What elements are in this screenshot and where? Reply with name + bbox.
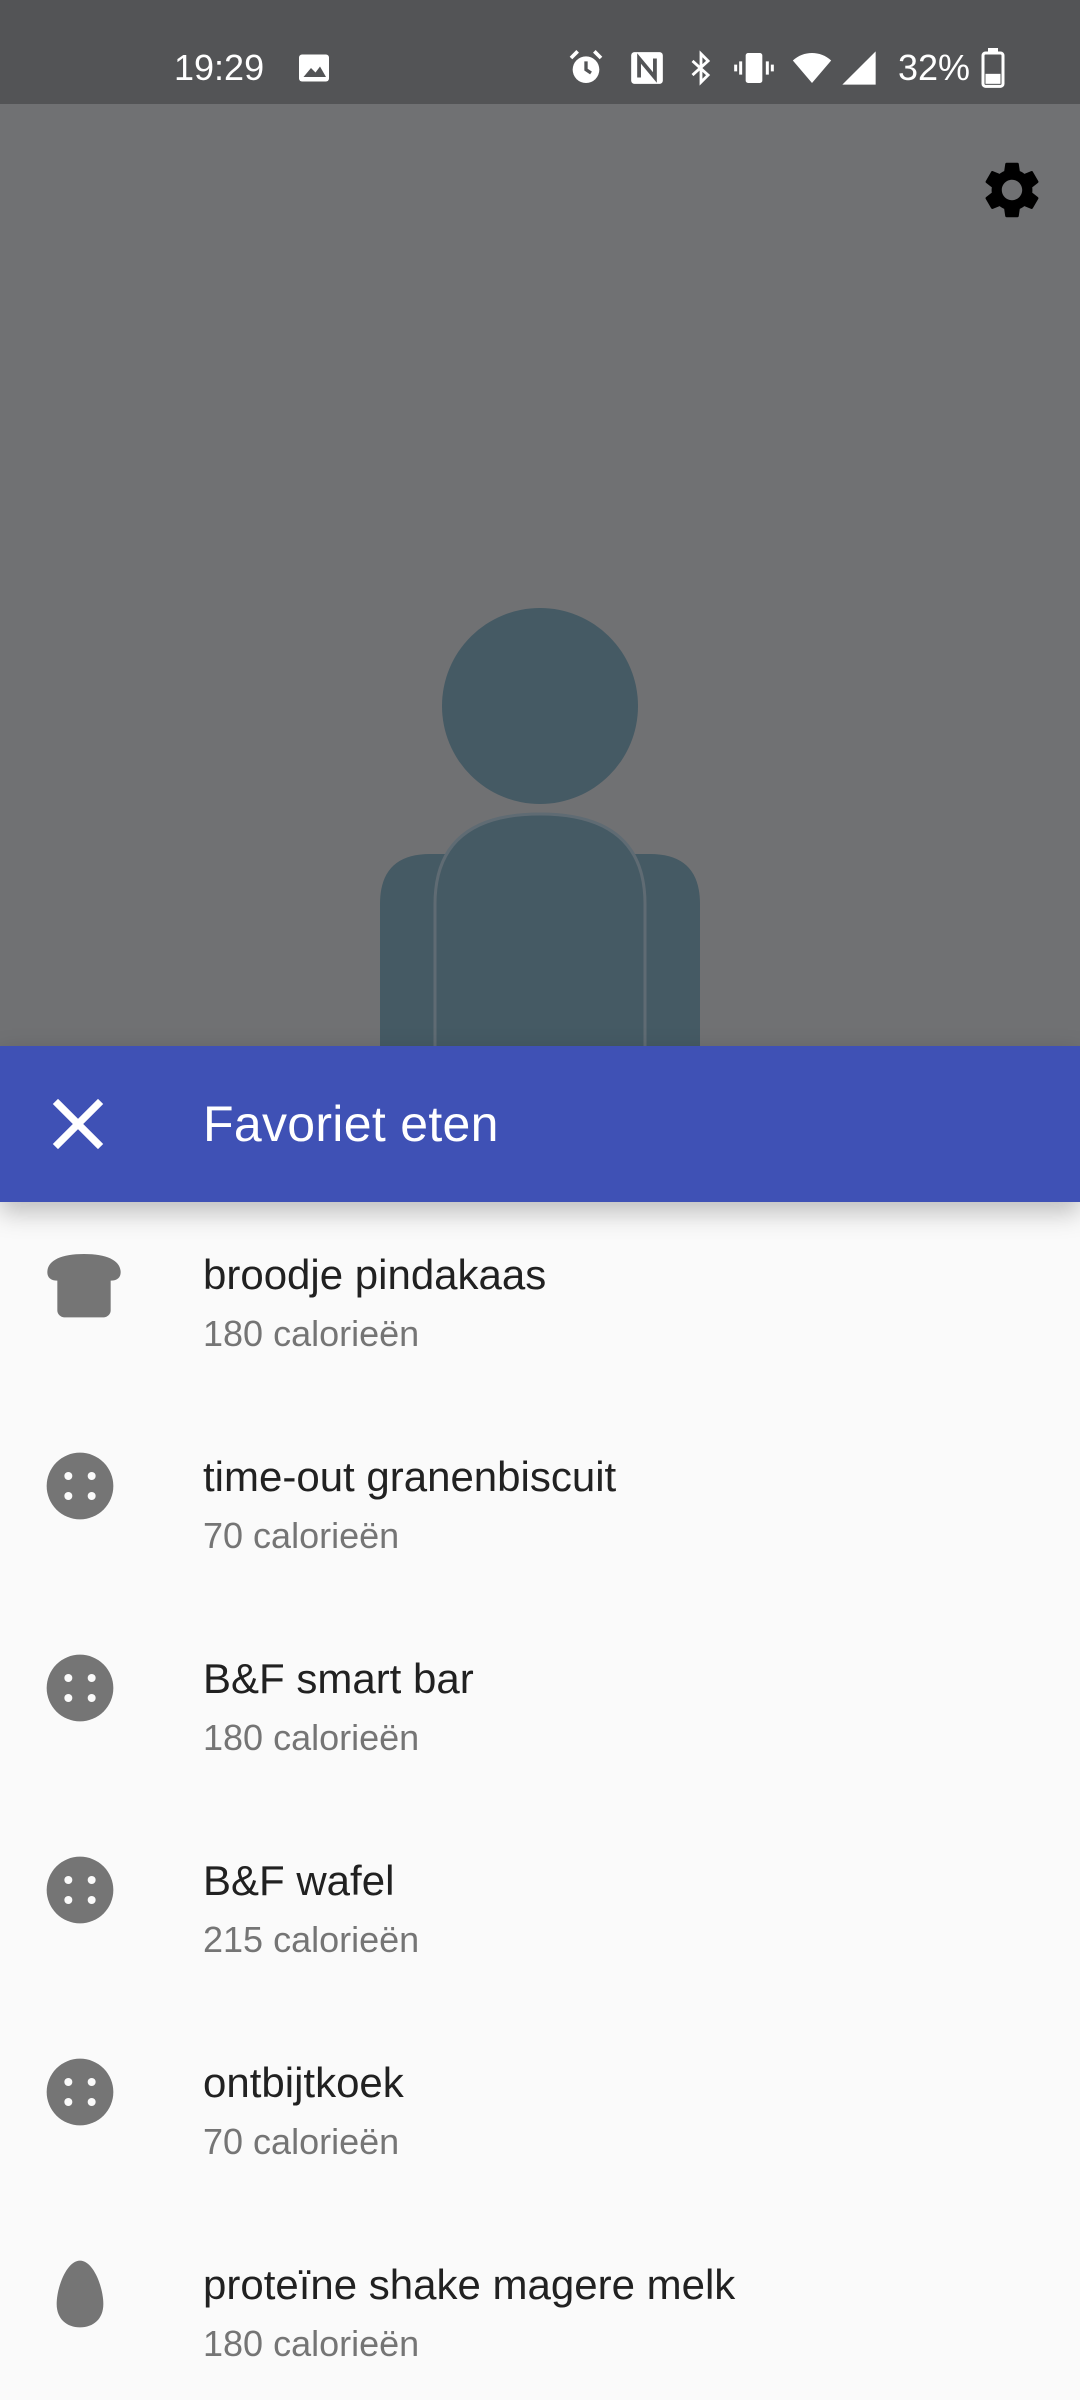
alarm-icon: [569, 50, 603, 83]
egg-icon: [56, 2260, 104, 2328]
food-name: B&F smart bar: [203, 1655, 474, 1702]
cookie-icon: [46, 1654, 114, 1722]
status-bar: 19:29 32%: [0, 0, 1080, 104]
food-calories: 70 calorieën: [203, 1515, 400, 1556]
food-name: broodje pindakaas: [203, 1251, 547, 1298]
background-scrim[interactable]: [0, 104, 1080, 1046]
food-list-item[interactable]: B&F wafel 215 calorieën: [0, 1808, 1080, 2010]
food-list-item[interactable]: proteïne shake magere melk 180 calorieën: [0, 2212, 1080, 2400]
nfc-icon: [631, 52, 663, 84]
food-name: B&F wafel: [203, 1857, 395, 1904]
food-list-item[interactable]: ontbijtkoek 70 calorieën: [0, 2010, 1080, 2212]
status-time: 19:29: [174, 47, 265, 88]
battery-percentage: 32%: [898, 47, 971, 88]
gear-icon[interactable]: [978, 156, 1046, 224]
food-name: ontbijtkoek: [203, 2059, 404, 2106]
image-icon: [299, 54, 329, 82]
bluetooth-icon: [691, 50, 711, 86]
food-calories: 180 calorieën: [203, 1313, 420, 1354]
close-icon[interactable]: [38, 1084, 118, 1164]
cookie-icon: [46, 1856, 114, 1924]
food-list-item[interactable]: broodje pindakaas 180 calorieën: [0, 1202, 1080, 1404]
person-icon: [380, 608, 700, 1046]
bread-icon: [47, 1254, 121, 1318]
favorites-header: Favoriet eten: [0, 1046, 1080, 1202]
cookie-icon: [46, 2058, 114, 2126]
vibrate-icon: [734, 53, 774, 83]
favorite-foods-list: broodje pindakaas 180 calorieën time-out…: [0, 1202, 1080, 2400]
food-list-item[interactable]: time-out granenbiscuit 70 calorieën: [0, 1404, 1080, 1606]
signal-icon: [842, 51, 876, 85]
food-calories: 180 calorieën: [203, 2323, 420, 2364]
food-name: proteïne shake magere melk: [203, 2261, 736, 2308]
food-calories: 180 calorieën: [203, 1717, 420, 1758]
wifi-icon: [792, 53, 832, 83]
food-calories: 70 calorieën: [203, 2121, 400, 2162]
food-name: time-out granenbiscuit: [203, 1453, 617, 1500]
food-calories: 215 calorieën: [203, 1919, 420, 1960]
sheet-title: Favoriet eten: [203, 1096, 499, 1152]
app-screen: 19:29 32% Favoriet eten broodje pindakaa…: [0, 0, 1080, 2400]
food-list-item[interactable]: B&F smart bar 180 calorieën: [0, 1606, 1080, 1808]
battery-icon: [981, 48, 1005, 88]
cookie-icon: [46, 1452, 114, 1520]
